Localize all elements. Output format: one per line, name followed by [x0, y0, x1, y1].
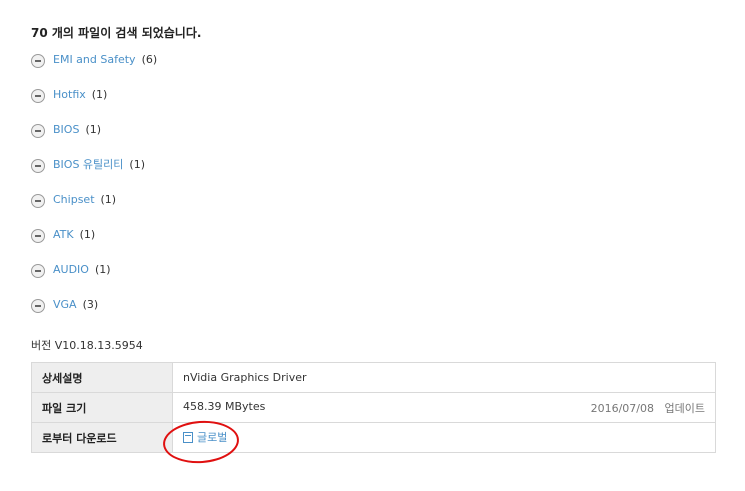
table-row: 파일 크기 458.39 MBytes 2016/07/08 업데이트 — [31, 392, 716, 423]
category-count: (6) — [141, 53, 158, 66]
file-icon — [183, 431, 193, 443]
category-count: (1) — [85, 123, 102, 136]
category-list: EMI and Safety (6) Hotfix (1) BIOS (1) B… — [31, 53, 157, 333]
category-name[interactable]: AUDIO — [53, 263, 89, 277]
collapse-icon[interactable] — [31, 299, 45, 313]
category-count: (1) — [129, 158, 146, 171]
collapse-icon[interactable] — [31, 264, 45, 278]
table-row: 상세설명 nVidia Graphics Driver — [31, 362, 716, 393]
category-name[interactable]: BIOS — [53, 123, 79, 137]
update-label: 업데이트 — [664, 401, 705, 415]
collapse-icon[interactable] — [31, 159, 45, 173]
category-item[interactable]: AUDIO (1) — [31, 263, 157, 298]
update-date: 2016/07/08 — [590, 401, 655, 415]
result-summary: 70 개의 파일이 검색 되었습니다. — [31, 26, 202, 40]
description-label: 상세설명 — [31, 362, 173, 393]
category-item[interactable]: ATK (1) — [31, 228, 157, 263]
description-value: nVidia Graphics Driver — [172, 362, 716, 393]
category-item[interactable]: Hotfix (1) — [31, 88, 157, 123]
version-label: 버전 V10.18.13.5954 — [31, 339, 143, 352]
category-name[interactable]: ATK — [53, 228, 74, 242]
download-label: 로부터 다운로드 — [31, 422, 173, 453]
driver-download-page: 70 개의 파일이 검색 되었습니다. EMI and Safety (6) H… — [0, 0, 745, 491]
category-count: (1) — [79, 228, 96, 241]
collapse-icon[interactable] — [31, 194, 45, 208]
category-count: (1) — [94, 263, 111, 276]
category-name[interactable]: BIOS 유틸리티 — [53, 158, 123, 172]
download-cell: 글로벌 — [172, 422, 716, 453]
category-name[interactable]: Chipset — [53, 193, 95, 207]
collapse-icon[interactable] — [31, 229, 45, 243]
category-name[interactable]: VGA — [53, 298, 77, 312]
category-count: (1) — [91, 88, 108, 101]
collapse-icon[interactable] — [31, 124, 45, 138]
collapse-icon[interactable] — [31, 89, 45, 103]
size-value: 458.39 MBytes — [183, 399, 266, 413]
category-item[interactable]: BIOS 유틸리티 (1) — [31, 158, 157, 193]
category-count: (3) — [82, 298, 99, 311]
category-count: (1) — [100, 193, 117, 206]
category-item[interactable]: BIOS (1) — [31, 123, 157, 158]
global-download-link[interactable]: 글로벌 — [183, 429, 227, 445]
category-item[interactable]: EMI and Safety (6) — [31, 53, 157, 88]
driver-detail-table: 상세설명 nVidia Graphics Driver 파일 크기 458.39… — [31, 362, 716, 453]
collapse-icon[interactable] — [31, 54, 45, 68]
category-item[interactable]: VGA (3) — [31, 298, 157, 333]
download-link-label: 글로벌 — [197, 431, 228, 445]
category-item[interactable]: Chipset (1) — [31, 193, 157, 228]
category-name[interactable]: EMI and Safety — [53, 53, 136, 67]
category-name[interactable]: Hotfix — [53, 88, 86, 102]
size-label: 파일 크기 — [31, 392, 173, 423]
update-info: 2016/07/08 업데이트 — [591, 400, 705, 416]
size-cell: 458.39 MBytes 2016/07/08 업데이트 — [172, 392, 716, 423]
table-row: 로부터 다운로드 글로벌 — [31, 422, 716, 453]
